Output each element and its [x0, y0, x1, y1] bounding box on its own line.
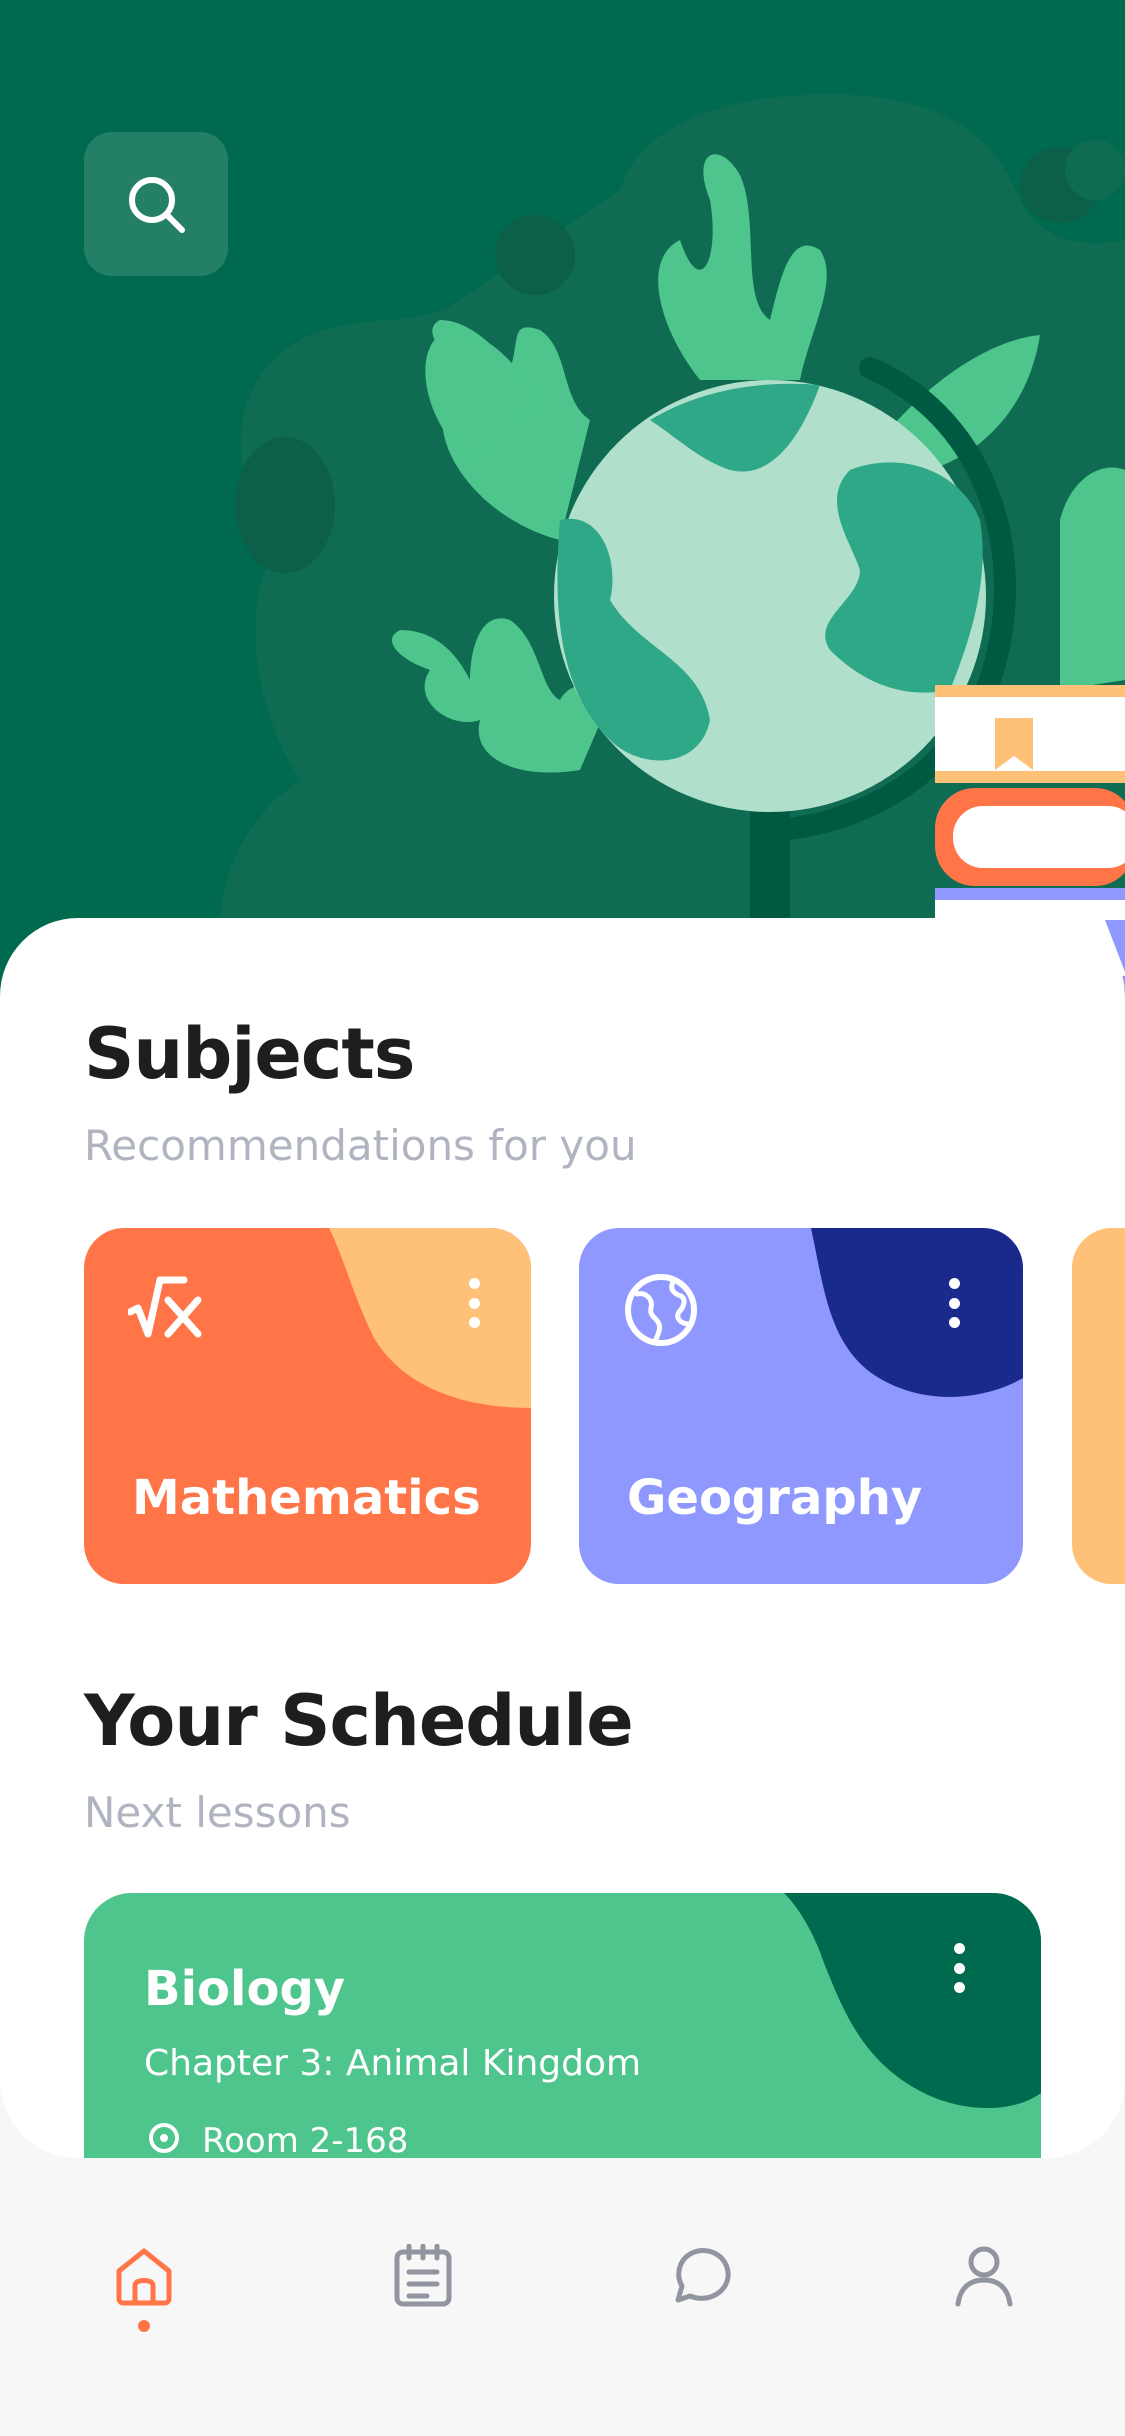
location-pin-icon	[149, 2123, 179, 2153]
lesson-subject: Biology	[144, 1961, 346, 2017]
subject-label: Mathematics	[132, 1470, 481, 1526]
user-icon	[955, 2246, 1013, 2307]
subject-label: Geography	[627, 1470, 923, 1526]
hero-banner	[0, 0, 1125, 1000]
more-options-button[interactable]	[939, 1278, 969, 1328]
chat-bubble-icon	[675, 2247, 731, 2303]
schedule-subtitle: Next lessons	[84, 1788, 351, 1837]
sqrt-x-icon	[128, 1276, 202, 1338]
lesson-room: Room 2-168	[144, 2121, 408, 2158]
globe-icon	[625, 1274, 697, 1346]
notepad-icon	[394, 2244, 452, 2307]
card-decoration	[784, 1893, 1041, 2108]
more-options-button[interactable]	[944, 1943, 974, 1993]
home-icon	[116, 2248, 172, 2306]
subject-card-geography[interactable]: Geography	[579, 1228, 1023, 1584]
active-tab-indicator	[138, 2320, 150, 2332]
content-sheet: Subjects Recommendations for you Mathema…	[0, 918, 1125, 2158]
search-icon	[129, 177, 185, 233]
tab-chat[interactable]	[662, 2236, 742, 2316]
subjects-subtitle: Recommendations for you	[84, 1121, 637, 1170]
tab-notes[interactable]	[383, 2236, 463, 2316]
lesson-chapter: Chapter 3: Animal Kingdom	[144, 2043, 642, 2084]
more-options-button[interactable]	[459, 1278, 489, 1328]
subject-card-partial[interactable]	[1072, 1228, 1125, 1584]
tab-home[interactable]	[104, 2236, 184, 2316]
bottom-tab-bar	[0, 2158, 1125, 2436]
search-button[interactable]	[84, 132, 228, 276]
lesson-room-text: Room 2-168	[202, 2121, 409, 2158]
subject-card-mathematics[interactable]: Mathematics	[84, 1228, 531, 1584]
subjects-title: Subjects	[84, 1013, 415, 1095]
tab-profile[interactable]	[944, 2236, 1024, 2316]
lesson-card-biology[interactable]: Biology Chapter 3: Animal Kingdom Room 2…	[84, 1893, 1041, 2158]
schedule-title: Your Schedule	[84, 1680, 634, 1762]
